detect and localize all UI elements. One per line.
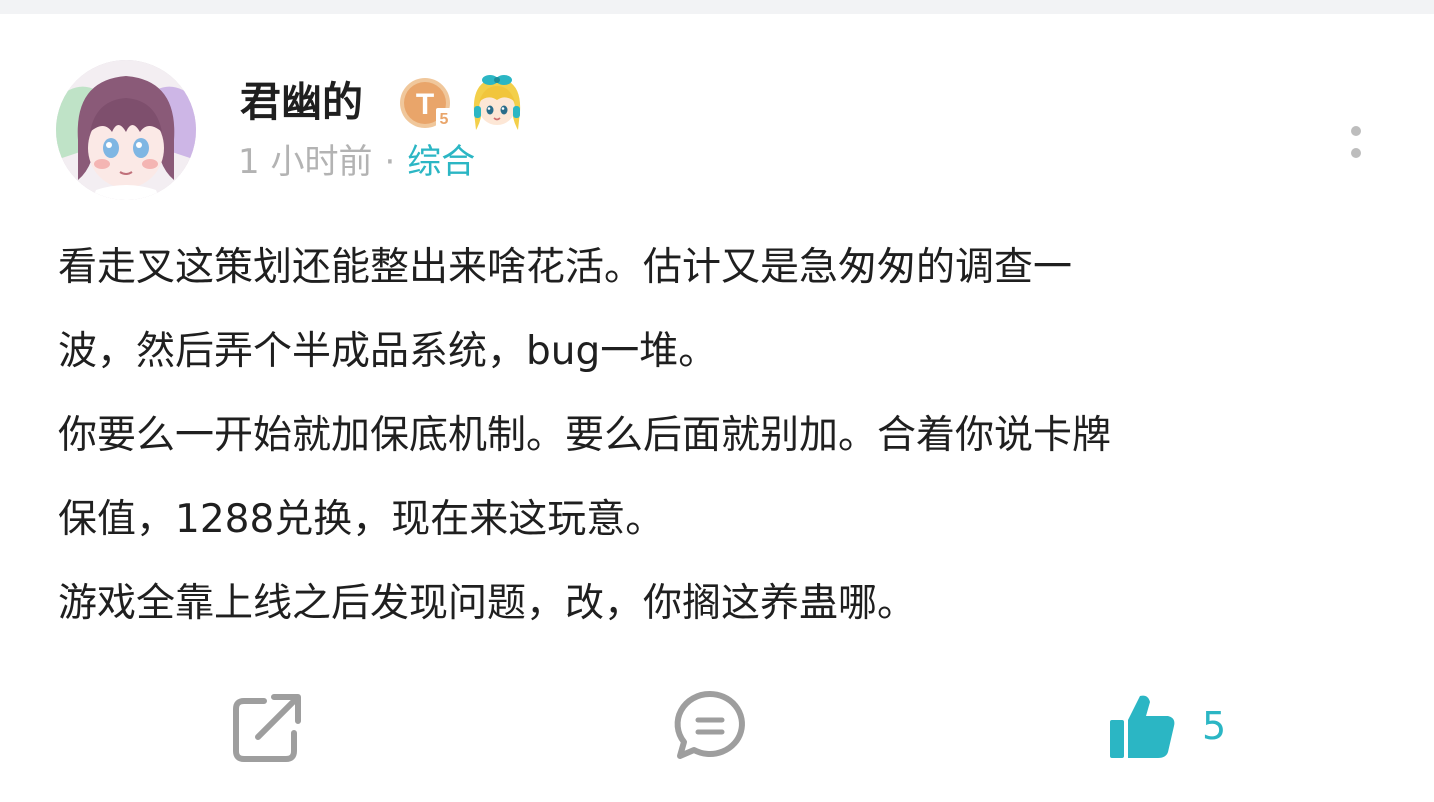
comment-button[interactable] [672,686,748,766]
post-meta: 1 小时前 · 综合 [238,140,475,184]
more-dot-icon [1351,148,1361,158]
post-card: 君幽的 T 5 1 小时前 · 综合 看走叉这策划还能整出来啥花活。估计又是急匆… [0,14,1434,802]
comment-icon [674,690,745,759]
like-count: 5 [1202,704,1227,748]
level-badge-letter: T [416,88,434,121]
meta-separator: · [384,142,396,182]
top-divider-strip [0,0,1434,14]
share-button[interactable] [230,686,304,766]
post-content-line: 游戏全靠上线之后发现问题，改，你搁这养蛊哪。 [58,581,917,626]
avatar[interactable] [56,60,196,200]
share-icon [233,694,301,762]
post-content: 看走叉这策划还能整出来啥花活。估计又是急匆匆的调查一 波，然后弄个半成品系统，b… [58,226,1398,646]
thumbs-up-icon [1110,695,1175,758]
more-options-button[interactable] [1338,110,1374,174]
post-content-line: 保值，1288兑换，现在来这玩意。 [58,497,665,542]
section-link[interactable]: 综合 [407,142,475,182]
level-badge-icon: T 5 [398,74,456,132]
post-content-line: 看走叉这策划还能整出来啥花活。估计又是急匆匆的调查一 [58,245,1073,290]
level-badge-number: 5 [440,111,449,128]
character-badge-icon [466,72,528,134]
post-content-line: 波，然后弄个半成品系统，bug一堆。 [58,329,718,374]
post-content-line: 你要么一开始就加保底机制。要么后面就别加。合着你说卡牌 [58,413,1112,458]
more-dot-icon [1351,126,1361,136]
username[interactable]: 君幽的 [240,78,363,126]
like-button[interactable]: 5 [1106,686,1226,766]
post-time: 1 小时前 [238,142,373,182]
avatar-image [56,60,196,200]
